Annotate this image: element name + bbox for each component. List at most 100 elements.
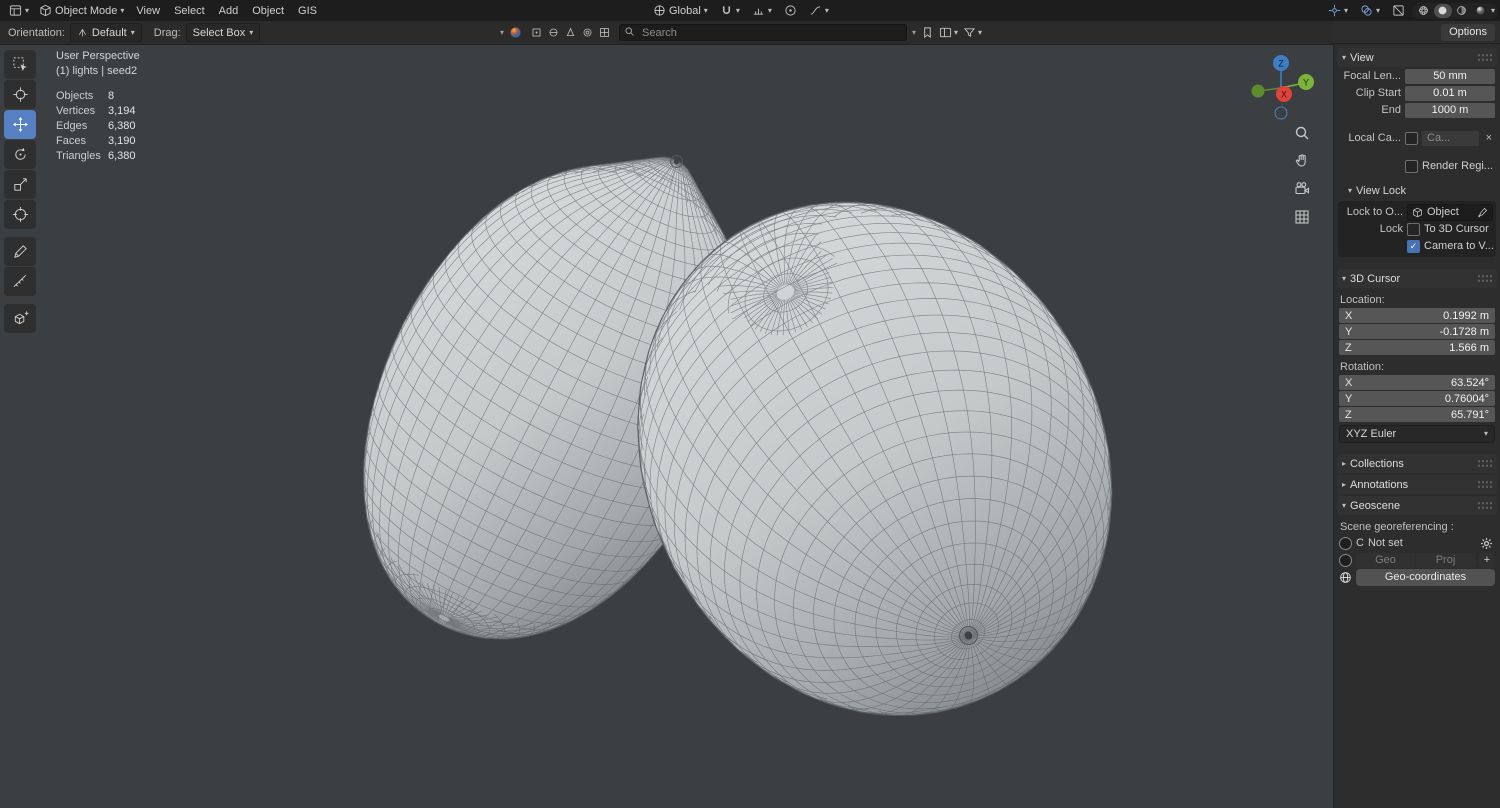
snap-with-dropdown[interactable]: ▾: [747, 2, 777, 20]
chevron-down-icon: ▾: [767, 5, 772, 15]
panel-view-header[interactable]: ▾ View: [1337, 48, 1497, 67]
options-button[interactable]: Options: [1441, 23, 1495, 41]
material-preview-sphere-icon[interactable]: [509, 26, 522, 39]
tool-transform[interactable]: [4, 200, 36, 229]
focal-length-field[interactable]: 50 mm: [1405, 68, 1495, 84]
add-crs-button[interactable]: +: [1479, 552, 1495, 568]
crs-radio[interactable]: [1339, 536, 1352, 550]
local-camera-value: Ca...: [1427, 132, 1451, 144]
search-input[interactable]: [619, 24, 908, 41]
snap-increment-icon: [753, 8, 763, 15]
stat-row: Objects 8: [56, 89, 140, 104]
shading-solid-button[interactable]: [1433, 3, 1452, 18]
crs-settings-button[interactable]: [1477, 535, 1495, 551]
menu-select[interactable]: Select: [167, 2, 212, 20]
cursor-rot-z-field[interactable]: Z 65.791°: [1339, 407, 1495, 422]
menu-add[interactable]: Add: [212, 2, 246, 20]
cursor-loc-y-field[interactable]: Y -0.1728 m: [1339, 324, 1495, 339]
gizmo-neg-z[interactable]: [1274, 106, 1288, 120]
panel-grip-handle[interactable]: [1477, 53, 1492, 62]
editor-type-button[interactable]: ▾: [4, 2, 34, 20]
tool-scale[interactable]: [4, 170, 36, 199]
tool-option-cone-icon[interactable]: [565, 27, 576, 38]
tool-option-grid-icon[interactable]: [599, 27, 610, 38]
panel-grip-handle[interactable]: [1477, 501, 1492, 510]
proportional-editing-toggle[interactable]: [779, 2, 802, 20]
lock-to-object-value: Object: [1427, 206, 1459, 218]
mesh-lemon-right[interactable]: [637, 201, 1113, 716]
shading-material-button[interactable]: [1453, 4, 1471, 18]
orientation-default-dropdown[interactable]: Default ▾: [69, 23, 142, 42]
filter-dropdown[interactable]: ▾: [963, 26, 982, 39]
panel-3d-cursor-header[interactable]: ▾ 3D Cursor: [1337, 269, 1497, 288]
ortho-toggle-button[interactable]: [1292, 207, 1312, 227]
shading-wireframe-button[interactable]: [1415, 4, 1433, 18]
cursor-loc-z-field[interactable]: Z 1.566 m: [1339, 340, 1495, 355]
menu-view[interactable]: View: [129, 2, 167, 20]
panel-collections-header[interactable]: ▸ Collections: [1337, 454, 1497, 473]
tool-cursor[interactable]: [4, 80, 36, 109]
cursor-rot-x-field[interactable]: X 63.524°: [1339, 375, 1495, 390]
proj-button[interactable]: Proj: [1416, 552, 1475, 568]
lock-3d-cursor-row: Lock To 3D Cursor: [1341, 221, 1493, 237]
transform-orientation-dropdown[interactable]: Global ▾: [648, 2, 713, 20]
mode-dropdown[interactable]: Object Mode ▾: [34, 2, 129, 20]
local-camera-field[interactable]: Ca...: [1422, 130, 1479, 146]
xray-toggle[interactable]: [1387, 2, 1410, 20]
pan-button[interactable]: [1292, 151, 1312, 171]
snap-toggle[interactable]: ▾: [715, 2, 745, 20]
show-gizmo-toggle[interactable]: ▾: [1323, 2, 1353, 20]
eyedropper-icon[interactable]: [1477, 207, 1488, 218]
tool-add-cube[interactable]: [4, 304, 36, 333]
to-3d-cursor-checkbox[interactable]: [1407, 222, 1420, 236]
panel-grip-handle[interactable]: [1477, 480, 1492, 489]
geo-coordinates-button[interactable]: Geo-coordinates: [1356, 568, 1495, 586]
display-mode-dropdown[interactable]: ▾: [939, 26, 958, 39]
lock-to-object-label: Lock to O...: [1346, 206, 1403, 218]
chevron-down-icon[interactable]: ▾: [912, 28, 916, 37]
geo-button[interactable]: Geo: [1356, 552, 1415, 568]
editor-type-icon: [9, 5, 22, 16]
panel-grip-handle[interactable]: [1477, 459, 1492, 468]
menu-object[interactable]: Object: [245, 2, 291, 20]
tool-option-ring-icon[interactable]: [582, 27, 593, 38]
tool-annotate[interactable]: [4, 237, 36, 266]
stat-value: 3,194: [108, 105, 136, 117]
collapse-chevron-icon[interactable]: ▾: [500, 28, 504, 37]
gizmo-neg-y[interactable]: [1251, 84, 1265, 98]
tool-option-square-icon[interactable]: [531, 27, 542, 38]
menu-gis[interactable]: GIS: [291, 2, 324, 20]
bookmark-icon[interactable]: [921, 26, 934, 39]
zoom-button[interactable]: [1292, 123, 1312, 143]
render-region-checkbox[interactable]: [1405, 159, 1418, 173]
euler-mode-dropdown[interactable]: XYZ Euler ▾: [1339, 425, 1495, 443]
cursor-loc-x-field[interactable]: X 0.1992 m: [1339, 308, 1495, 323]
tool-select-box[interactable]: [4, 50, 36, 79]
clip-end-field[interactable]: 1000 m: [1405, 102, 1495, 118]
local-camera-checkbox[interactable]: [1405, 131, 1418, 145]
search-field[interactable]: [619, 24, 908, 41]
clip-start-field[interactable]: 0.01 m: [1405, 85, 1495, 101]
panel-annotations-header[interactable]: ▸ Annotations: [1337, 475, 1497, 494]
tool-option-sphere-icon[interactable]: [548, 27, 559, 38]
panel-geoscene-header[interactable]: ▾ Geoscene: [1337, 496, 1497, 515]
camera-view-button[interactable]: [1292, 179, 1312, 199]
crs-row: C Not set: [1339, 535, 1495, 551]
panel-view-lock-header[interactable]: ▾ View Lock: [1348, 182, 1497, 200]
show-overlays-toggle[interactable]: ▾: [1355, 2, 1385, 20]
clear-icon[interactable]: ×: [1483, 132, 1495, 144]
shading-rendered-button[interactable]: [1472, 4, 1490, 18]
navigation-gizmo[interactable]: Z Y X: [1245, 50, 1319, 127]
camera-to-view-checkbox[interactable]: ✓: [1407, 239, 1420, 253]
proportional-falloff-dropdown[interactable]: ▾: [804, 2, 834, 20]
gizmo-z-label: Z: [1278, 59, 1284, 69]
tool-measure[interactable]: [4, 267, 36, 296]
cursor-rot-y-field[interactable]: Y 0.76004°: [1339, 391, 1495, 406]
geo-proj-radio[interactable]: [1339, 553, 1352, 567]
tool-rotate[interactable]: [4, 140, 36, 169]
drag-mode-dropdown[interactable]: Select Box ▾: [185, 23, 261, 42]
panel-grip-handle[interactable]: [1477, 274, 1492, 283]
lock-to-object-field[interactable]: Object: [1407, 203, 1493, 221]
chevron-down-icon: ▾: [1342, 500, 1347, 510]
tool-move[interactable]: [4, 110, 36, 139]
